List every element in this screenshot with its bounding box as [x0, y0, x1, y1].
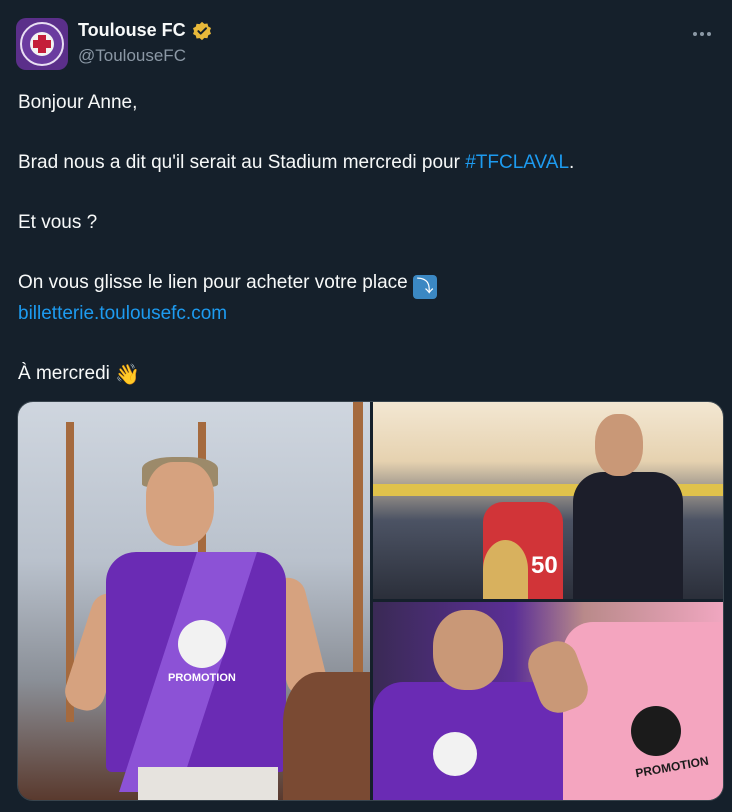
ticket-text: On vous glisse le lien pour acheter votr… [18, 272, 413, 293]
head [595, 414, 643, 476]
lp-logo-icon [433, 732, 477, 776]
name-row: Toulouse FC [78, 20, 212, 41]
message-period: . [569, 152, 575, 173]
lp-logo-icon [178, 620, 226, 668]
jersey-number: 50 [531, 552, 558, 579]
locker-frame [353, 402, 363, 702]
head [146, 462, 214, 546]
question-line: Et vous ? [18, 212, 98, 233]
crest-cross-h [33, 40, 51, 48]
greeting-line: Bonjour Anne, [18, 92, 138, 113]
display-name[interactable]: Toulouse FC [78, 20, 186, 41]
child [483, 540, 528, 599]
handle[interactable]: @ToulouseFC [78, 46, 186, 66]
ticket-link[interactable]: billetterie.toulousefc.com [18, 303, 227, 324]
avatar[interactable] [16, 18, 68, 70]
closing-text: À mercredi [18, 363, 116, 384]
arrow-down-right-icon: ⤵ [413, 275, 437, 299]
message-text: Brad nous a dit qu'il serait au Stadium … [18, 152, 466, 173]
closing-line: À mercredi 👋 [18, 359, 708, 390]
tweet-header: Toulouse FC @ToulouseFC [16, 14, 716, 70]
dark-jacket [573, 472, 683, 599]
promo-label: PROMOTION [168, 672, 236, 684]
media-grid: PROMOTION 50 PROMOTION [17, 401, 724, 801]
hashtag-link[interactable]: #TFCLAVAL [465, 152, 569, 173]
waving-hand-icon: 👋 [115, 364, 141, 386]
ticket-line: On vous glisse le lien pour acheter votr… [18, 268, 708, 299]
locker-room-photo[interactable]: PROMOTION [18, 402, 370, 800]
jersey-swap-photo[interactable]: PROMOTION [373, 602, 723, 800]
lp-logo-icon [631, 706, 681, 756]
head [433, 610, 503, 690]
side-person [283, 672, 370, 800]
more-icon[interactable] [688, 24, 716, 44]
stadium-photo[interactable]: 50 [373, 402, 723, 599]
message-line: Brad nous a dit qu'il serait au Stadium … [18, 148, 708, 178]
white-shorts [138, 767, 278, 800]
verified-badge-icon [192, 21, 211, 40]
ticket-link-line: billetterie.toulousefc.com [18, 299, 708, 329]
tweet-body: Bonjour Anne, Brad nous a dit qu'il sera… [18, 88, 708, 390]
